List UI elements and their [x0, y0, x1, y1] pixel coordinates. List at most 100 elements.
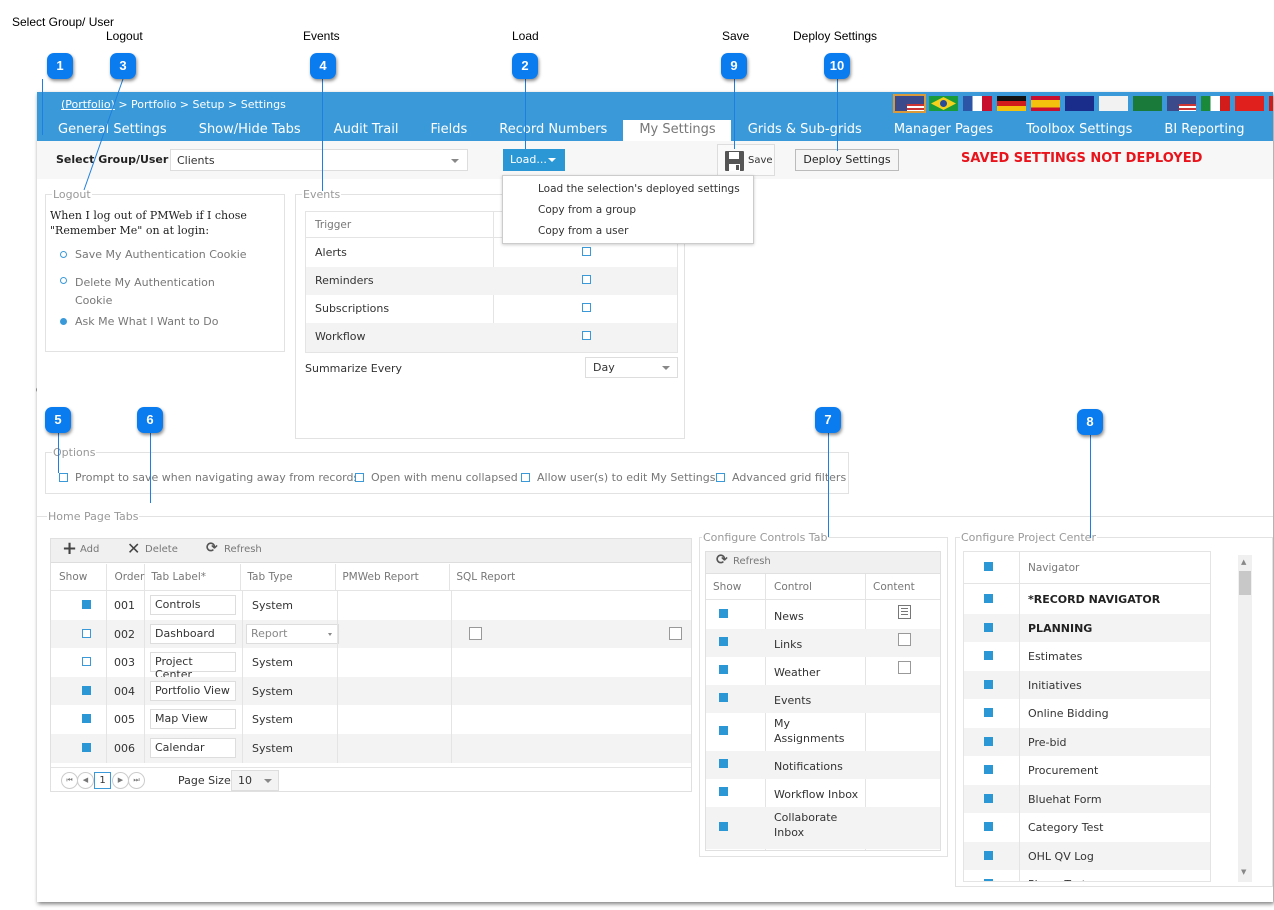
- tab-label-input[interactable]: Dashboard: [150, 623, 236, 644]
- tab-audit-trail[interactable]: Audit Trail: [334, 120, 399, 141]
- flag-brazil-icon[interactable]: [929, 96, 958, 111]
- show-checkbox[interactable]: [82, 714, 91, 724]
- tab-label-input[interactable]: Portfolio View: [150, 680, 236, 701]
- tab-order: 006: [114, 741, 135, 755]
- menu-item-copy-from-user[interactable]: Copy from a user: [538, 225, 628, 237]
- radio-delete-cookie[interactable]: [60, 277, 67, 284]
- load-button[interactable]: Load...: [503, 149, 565, 171]
- project-center-scrollbar[interactable]: ▲ ▼: [1238, 555, 1252, 882]
- pager: ⏮ ◀ 1 ▶ ⏭ Page Size 10: [51, 767, 691, 792]
- tab-label-input[interactable]: Controls: [150, 595, 236, 615]
- tab-label-input[interactable]: Project Center: [150, 652, 236, 681]
- navigator-checkbox[interactable]: [984, 679, 993, 689]
- navigator-checkbox[interactable]: [984, 651, 993, 660]
- flag-mexico-icon[interactable]: [1201, 96, 1230, 111]
- controls-header-row: Show Control Content: [706, 574, 940, 600]
- show-checkbox[interactable]: [82, 657, 91, 667]
- event-checkbox[interactable]: [582, 275, 591, 284]
- select-group-user-dropdown[interactable]: Clients: [170, 149, 468, 171]
- select-all-checkbox[interactable]: [984, 562, 993, 571]
- control-show-checkbox[interactable]: [719, 759, 728, 768]
- current-page[interactable]: 1: [94, 772, 111, 789]
- show-checkbox[interactable]: [82, 742, 91, 752]
- tab-my-settings[interactable]: My Settings: [623, 120, 731, 141]
- radio-ask-me[interactable]: [60, 318, 67, 325]
- tab-grids-sub-grids[interactable]: Grids & Sub-grids: [748, 120, 862, 141]
- navigator-checkbox[interactable]: [984, 708, 993, 717]
- tab-record-numbers[interactable]: Record Numbers: [499, 120, 607, 141]
- control-show-checkbox[interactable]: [719, 665, 728, 674]
- content-checkbox[interactable]: [898, 633, 911, 646]
- control-show-checkbox[interactable]: [719, 637, 728, 646]
- navigator-checkbox[interactable]: [984, 850, 993, 860]
- tab-label-input[interactable]: Map View: [150, 709, 236, 730]
- tab-label-input[interactable]: Calendar: [150, 737, 236, 758]
- tab-bi-reporting[interactable]: BI Reporting: [1164, 120, 1244, 141]
- option-checkbox-menu-collapsed[interactable]: [355, 473, 364, 482]
- save-button[interactable]: Save: [717, 144, 775, 176]
- tab-show-hide-tabs[interactable]: Show/Hide Tabs: [199, 120, 301, 141]
- tab-manager-pages[interactable]: Manager Pages: [894, 120, 993, 141]
- event-checkbox[interactable]: [582, 247, 591, 256]
- scrollbar-thumb[interactable]: [1239, 571, 1251, 595]
- event-checkbox[interactable]: [582, 303, 591, 312]
- navigator-checkbox[interactable]: [984, 765, 993, 774]
- option-checkbox-prompt-save[interactable]: [59, 473, 68, 482]
- event-checkbox[interactable]: [582, 331, 591, 340]
- flag-us-icon[interactable]: [893, 94, 926, 113]
- radio-save-cookie[interactable]: [60, 251, 67, 258]
- tab-fields[interactable]: Fields: [431, 120, 468, 141]
- home-tabs-rows: 001 Controls System 002 Dashboard Report 003 Pr…: [51, 591, 691, 763]
- next-page-icon[interactable]: ▶: [112, 772, 129, 789]
- option-checkbox-allow-edit[interactable]: [521, 473, 530, 482]
- control-show-checkbox[interactable]: [719, 609, 728, 618]
- content-checkbox[interactable]: [898, 661, 911, 674]
- column-header-control: Control: [774, 581, 812, 593]
- callout-badge-1: 1: [47, 53, 73, 79]
- menu-item-load-deployed[interactable]: Load the selection's deployed settings: [538, 183, 740, 195]
- control-show-checkbox[interactable]: [719, 726, 728, 735]
- flag-china-icon[interactable]: [1235, 96, 1264, 111]
- menu-item-copy-from-group[interactable]: Copy from a group: [538, 204, 636, 216]
- flag-partial-icon[interactable]: [1269, 96, 1273, 111]
- navigator-checkbox[interactable]: [984, 822, 993, 831]
- flag-hill-international-icon[interactable]: [1099, 96, 1128, 111]
- summarize-every-select[interactable]: Day: [585, 357, 678, 378]
- chevron-down-icon: [548, 158, 556, 162]
- control-show-checkbox[interactable]: [719, 822, 728, 831]
- show-checkbox[interactable]: [82, 685, 91, 695]
- control-show-checkbox[interactable]: [719, 693, 728, 702]
- flag-spain-icon[interactable]: [1031, 96, 1060, 111]
- navigator-checkbox[interactable]: [984, 622, 993, 632]
- show-checkbox[interactable]: [82, 628, 91, 638]
- navigator-checkbox[interactable]: [984, 736, 993, 746]
- tab-toolbox-settings[interactable]: Toolbox Settings: [1026, 120, 1132, 141]
- navigator-checkbox[interactable]: [984, 793, 993, 803]
- column-divider: [451, 619, 452, 649]
- tab-type-select[interactable]: Report: [246, 623, 339, 644]
- navigator-checkbox[interactable]: [984, 594, 993, 603]
- scroll-down-icon[interactable]: ▼: [1241, 868, 1246, 876]
- scroll-up-icon[interactable]: ▲: [1241, 558, 1246, 566]
- previous-page-icon[interactable]: ◀: [77, 772, 94, 789]
- sql-report-checkbox[interactable]: [669, 626, 682, 640]
- callout-text: Select Group/ User: [12, 15, 115, 29]
- flag-france-icon[interactable]: [963, 96, 992, 111]
- navigator-label: Initiatives: [1028, 678, 1082, 692]
- content-list-icon[interactable]: [898, 605, 911, 619]
- navigator-checkbox[interactable]: [984, 879, 993, 881]
- pmweb-report-checkbox[interactable]: [469, 626, 482, 640]
- flag-saudi-arabia-icon[interactable]: [1133, 96, 1162, 111]
- option-checkbox-advanced-filters[interactable]: [716, 473, 725, 482]
- flag-australia-icon[interactable]: [1065, 96, 1094, 111]
- column-header-show: Show: [51, 564, 107, 590]
- deploy-settings-button[interactable]: Deploy Settings: [795, 149, 899, 171]
- page-size-select[interactable]: 10: [231, 770, 279, 791]
- flag-us-icon[interactable]: [1167, 96, 1196, 111]
- control-show-checkbox[interactable]: [719, 787, 728, 796]
- flag-germany-icon[interactable]: [997, 96, 1026, 111]
- first-page-icon[interactable]: ⏮: [61, 772, 78, 789]
- show-checkbox[interactable]: [82, 600, 91, 609]
- last-page-icon[interactable]: ⏭: [128, 772, 145, 789]
- delete-button-label: Delete: [145, 544, 178, 555]
